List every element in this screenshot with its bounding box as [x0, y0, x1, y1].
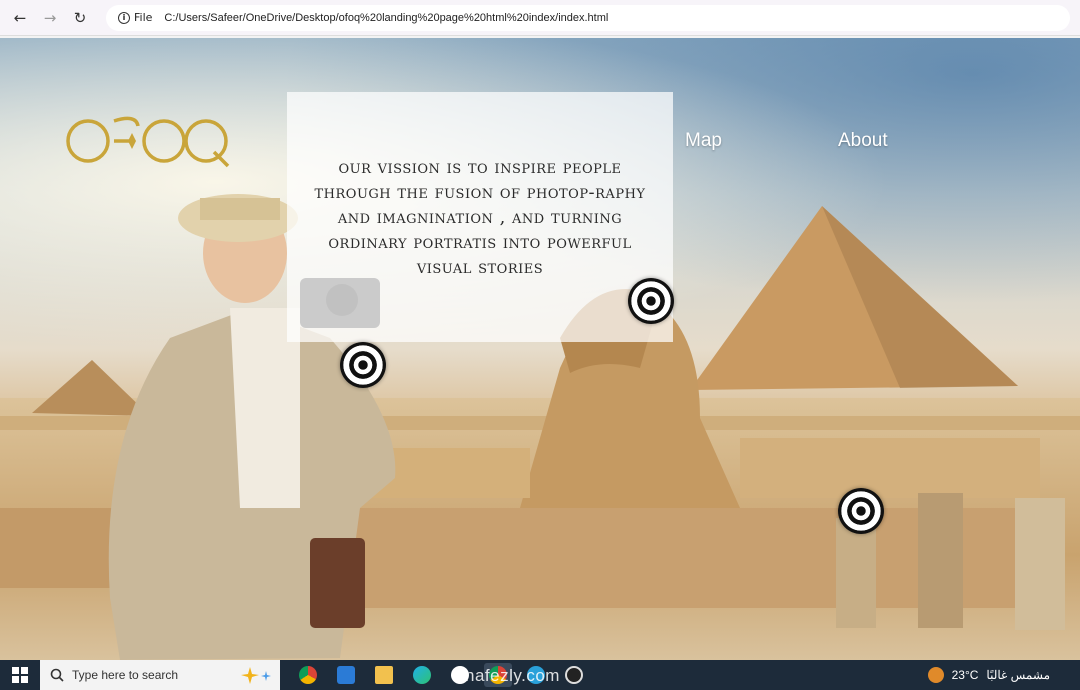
small-pyramid: [32, 360, 150, 416]
watermark-text: nafezly.com: [465, 666, 560, 685]
app-icon[interactable]: [560, 663, 588, 687]
chrome-icon[interactable]: [294, 663, 322, 687]
wall-right: [740, 438, 1040, 498]
file-explorer-icon[interactable]: [370, 663, 398, 687]
windows-icon: [12, 667, 28, 683]
edge-icon[interactable]: [408, 663, 436, 687]
landing-page: Map About Our vission is to inspire peop…: [0, 38, 1080, 660]
taskbar-search[interactable]: Type here to search: [40, 660, 280, 690]
weather-temp: 23°C: [951, 668, 979, 682]
browser-toolbar: ← → ↻ i File C:/Users/Safeer/OneDrive/De…: [0, 0, 1080, 36]
vscode-icon[interactable]: [332, 663, 360, 687]
hotspot-photographer[interactable]: [340, 342, 386, 388]
url-text[interactable]: C:/Users/Safeer/OneDrive/Desktop/ofoq%20…: [164, 12, 608, 24]
sparkle-icon: [241, 667, 271, 684]
hotspot-tourists[interactable]: [838, 488, 884, 534]
search-placeholder: Type here to search: [72, 668, 179, 682]
site-info-chip[interactable]: i File: [112, 8, 158, 28]
vision-card: Our vission is to inspire people through…: [287, 92, 673, 342]
file-label: File: [134, 11, 153, 24]
system-tray[interactable]: 23°C مشمس غالبًا: [927, 660, 1050, 690]
vision-statement: Our vission is to inspire people through…: [314, 156, 646, 278]
weather-icon: [927, 667, 944, 683]
weather-text: مشمس غالبًا: [986, 668, 1050, 682]
nav-about-link[interactable]: About: [838, 130, 888, 152]
start-button[interactable]: [0, 660, 40, 690]
search-icon: [50, 668, 64, 682]
hotspot-sphinx[interactable]: [628, 278, 674, 324]
info-icon: i: [118, 11, 130, 24]
address-bar[interactable]: i File C:/Users/Safeer/OneDrive/Desktop/…: [106, 4, 1070, 31]
reload-button[interactable]: ↻: [68, 6, 92, 30]
forward-button[interactable]: →: [38, 6, 62, 30]
stone-blocks-left: [0, 508, 120, 588]
back-button[interactable]: ←: [8, 6, 32, 30]
nav-map-link[interactable]: Map: [685, 130, 722, 152]
ofoq-logo[interactable]: [66, 112, 230, 170]
